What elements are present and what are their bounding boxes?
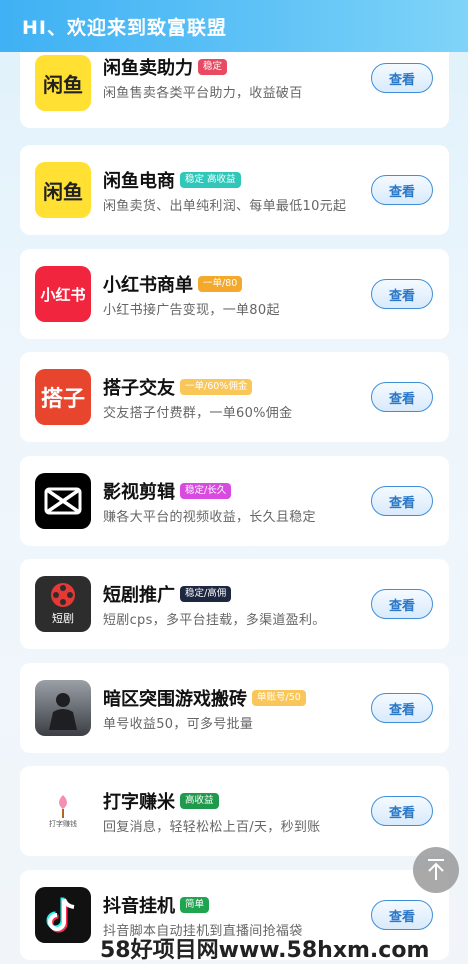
arrow-up-icon bbox=[428, 859, 444, 880]
list-item[interactable]: 短剧 短剧推广 稳定/高佣 短剧cps，多平台挂载，多渠道盈利。 查看 bbox=[20, 559, 449, 649]
film-reel-icon: 短剧 bbox=[35, 576, 91, 632]
item-description: 交友搭子付费群，一单60%佣金 bbox=[103, 406, 293, 421]
title-row: 暗区突围游戏搬砖 单账号/50 bbox=[103, 685, 306, 711]
list-item[interactable]: 暗区突围游戏搬砖 单账号/50 单号收益50，可多号批量 查看 bbox=[20, 663, 449, 753]
title-row: 影视剪辑 稳定/长久 bbox=[103, 478, 232, 504]
xianyu-icon: 闲鱼 bbox=[35, 55, 91, 111]
list-item[interactable]: 打字赚钱 打字赚米 高收益 回复消息，轻轻松松上百/天，秒到账 查看 bbox=[20, 766, 449, 856]
reel-glyph-icon bbox=[51, 583, 75, 607]
item-tag: 简单 bbox=[180, 897, 210, 913]
xiaohongshu-icon: 小红书 bbox=[35, 266, 91, 322]
item-description: 短剧cps，多平台挂载，多渠道盈利。 bbox=[103, 613, 326, 628]
item-description: 闲鱼售卖各类平台助力，收益破百 bbox=[103, 86, 303, 101]
view-button[interactable]: 查看 bbox=[371, 63, 433, 93]
item-description: 闲鱼卖货、出单纯利润、每单最低10元起 bbox=[103, 199, 347, 214]
capcut-icon bbox=[35, 473, 91, 529]
xianyu-icon: 闲鱼 bbox=[35, 162, 91, 218]
item-tag: 稳定 bbox=[198, 59, 228, 75]
item-title: 暗区突围游戏搬砖 bbox=[103, 689, 247, 710]
item-title: 打字赚米 bbox=[103, 792, 175, 813]
item-title: 小红书商单 bbox=[103, 275, 193, 296]
typing-logo-icon: 打字赚钱 bbox=[35, 783, 91, 839]
soldier-glyph-icon bbox=[49, 693, 77, 730]
item-description: 赚各大平台的视频收益，长久且稳定 bbox=[103, 510, 316, 525]
title-row: 打字赚米 高收益 bbox=[103, 788, 219, 814]
title-row: 抖音挂机 简单 bbox=[103, 892, 210, 918]
page-title: HI、欢迎来到致富联盟 bbox=[22, 16, 227, 39]
title-row: 小红书商单 一单/80 bbox=[103, 271, 243, 297]
game-soldier-icon bbox=[35, 680, 91, 736]
item-tag: 一单/60%佣金 bbox=[180, 379, 253, 395]
douyin-icon bbox=[35, 887, 91, 943]
item-description: 小红书接广告变现，一单80起 bbox=[103, 303, 280, 318]
pen-flower-icon bbox=[59, 795, 67, 818]
douyin-note-icon bbox=[46, 897, 75, 933]
view-button[interactable]: 查看 bbox=[371, 175, 433, 205]
title-row: 短剧推广 稳定/高佣 bbox=[103, 581, 232, 607]
list-item[interactable]: 影视剪辑 稳定/长久 赚各大平台的视频收益，长久且稳定 查看 bbox=[20, 456, 449, 546]
item-title: 闲鱼卖助力 bbox=[103, 58, 193, 79]
title-row: 闲鱼卖助力 稳定 bbox=[103, 54, 228, 80]
item-description: 单号收益50，可多号批量 bbox=[103, 717, 254, 732]
header-bar: HI、欢迎来到致富联盟 bbox=[0, 0, 468, 52]
item-tag: 稳定 高收益 bbox=[180, 172, 241, 188]
view-button[interactable]: 查看 bbox=[371, 382, 433, 412]
list-item[interactable]: 小红书 小红书商单 一单/80 小红书接广告变现，一单80起 查看 bbox=[20, 249, 449, 339]
item-title: 抖音挂机 bbox=[103, 896, 175, 917]
item-description: 回复消息，轻轻松松上百/天，秒到账 bbox=[103, 820, 321, 835]
title-row: 闲鱼电商 稳定 高收益 bbox=[103, 167, 241, 193]
view-button[interactable]: 查看 bbox=[371, 589, 433, 619]
watermark: 58好项目网www.58hxm.com bbox=[100, 938, 430, 963]
item-tag: 高收益 bbox=[180, 793, 219, 809]
item-title: 搭子交友 bbox=[103, 378, 175, 399]
list-item[interactable]: 搭子 搭子交友 一单/60%佣金 交友搭子付费群，一单60%佣金 查看 bbox=[20, 352, 449, 442]
title-row: 搭子交友 一单/60%佣金 bbox=[103, 374, 253, 400]
view-button[interactable]: 查看 bbox=[371, 900, 433, 930]
dazi-icon: 搭子 bbox=[35, 369, 91, 425]
scroll-to-top-button[interactable] bbox=[413, 847, 459, 893]
item-tag: 单账号/50 bbox=[252, 690, 306, 706]
item-title: 影视剪辑 bbox=[103, 482, 175, 503]
list-item[interactable]: 闲鱼 闲鱼电商 稳定 高收益 闲鱼卖货、出单纯利润、每单最低10元起 查看 bbox=[20, 145, 449, 235]
view-button[interactable]: 查看 bbox=[371, 796, 433, 826]
view-button[interactable]: 查看 bbox=[371, 486, 433, 516]
item-tag: 稳定/长久 bbox=[180, 483, 232, 499]
capcut-glyph-icon bbox=[44, 487, 82, 515]
view-button[interactable]: 查看 bbox=[371, 279, 433, 309]
item-tag: 稳定/高佣 bbox=[180, 586, 232, 602]
item-title: 闲鱼电商 bbox=[103, 171, 175, 192]
item-title: 短剧推广 bbox=[103, 585, 175, 606]
item-tag: 一单/80 bbox=[198, 276, 243, 292]
view-button[interactable]: 查看 bbox=[371, 693, 433, 723]
